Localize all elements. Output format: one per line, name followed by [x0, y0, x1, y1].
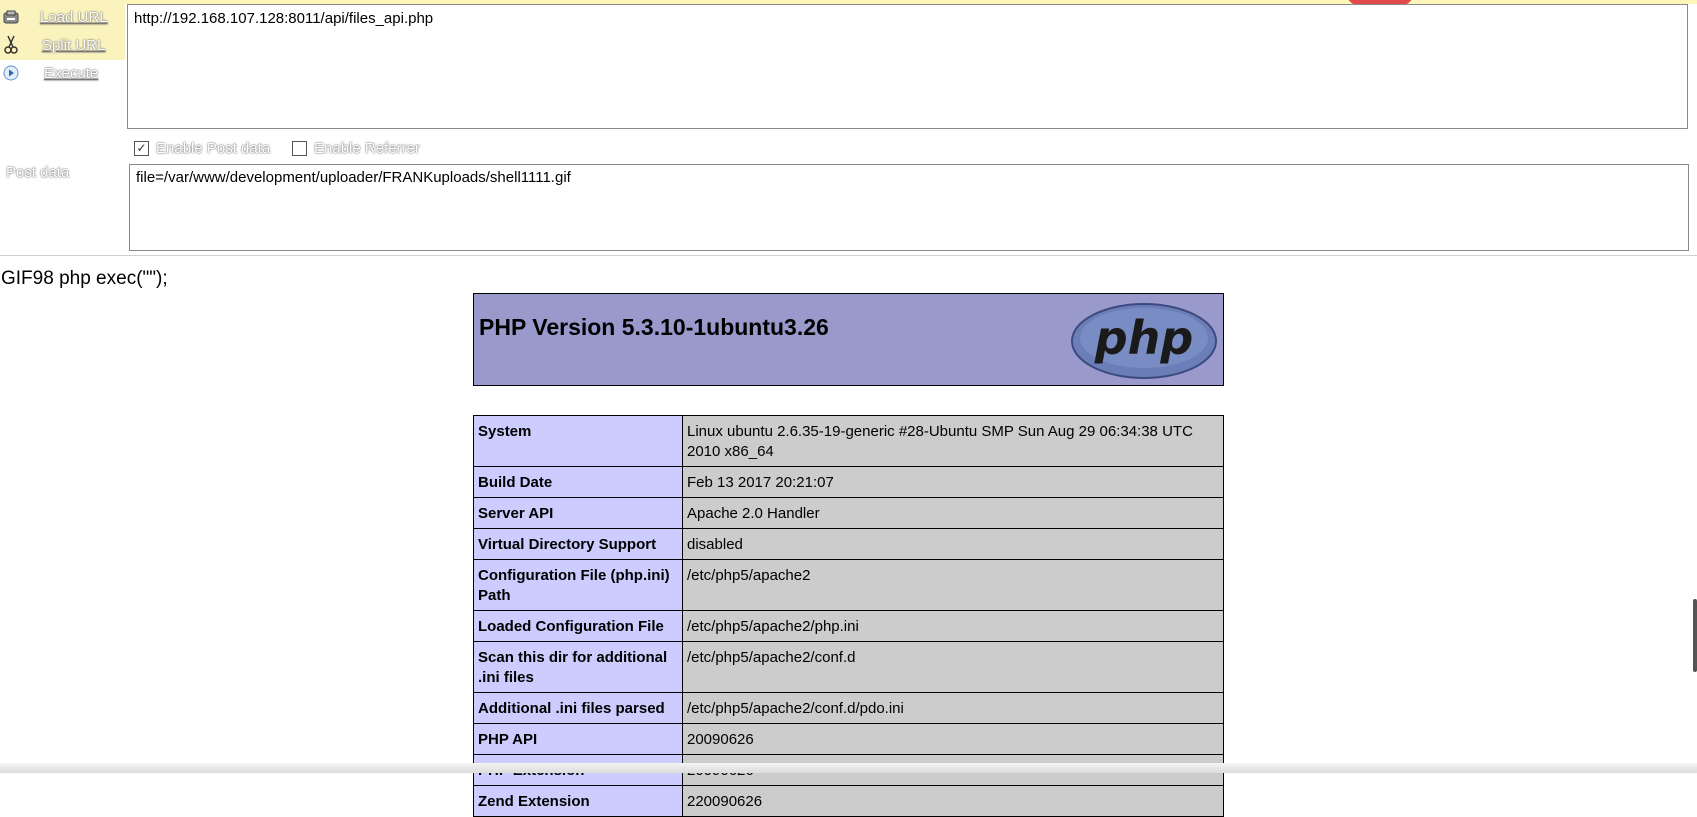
- row-value: 220090626: [682, 785, 1224, 817]
- execute-label: Execute: [44, 64, 99, 82]
- load-url-button[interactable]: Load URL: [0, 5, 108, 29]
- row-value: /etc/php5/apache2/conf.d/pdo.ini: [682, 692, 1224, 724]
- post-data-label: Post data: [6, 164, 70, 181]
- load-url-icon: [2, 8, 20, 26]
- row-value: Linux ubuntu 2.6.35-19-generic #28-Ubunt…: [682, 415, 1224, 467]
- table-row: Zend Extension 220090626: [473, 785, 1224, 817]
- response-raw-text: GIF98 php exec("");: [1, 268, 168, 289]
- row-key: PHP API: [473, 723, 683, 755]
- enable-post-label: Enable Post data: [156, 140, 271, 157]
- svg-text:php: php: [1094, 311, 1194, 365]
- row-value: /etc/php5/apache2/conf.d: [682, 641, 1224, 693]
- load-url-label: Load URL: [40, 8, 108, 26]
- window-bottom-edge: [0, 763, 1697, 773]
- row-value: Apache 2.0 Handler: [682, 497, 1224, 529]
- table-row: Server API Apache 2.0 Handler: [473, 497, 1224, 529]
- row-key: Additional .ini files parsed: [473, 692, 683, 724]
- row-value: /etc/php5/apache2: [682, 559, 1224, 611]
- row-value: 20090626: [682, 723, 1224, 755]
- php-version-header: PHP Version 5.3.10-1ubuntu3.26 php: [473, 293, 1224, 386]
- enable-post-option[interactable]: ✓ Enable Post data: [134, 140, 270, 157]
- row-value: Feb 13 2017 20:21:07: [682, 466, 1224, 498]
- execute-button[interactable]: Execute: [0, 61, 98, 85]
- php-info-table: System Linux ubuntu 2.6.35-19-generic #28…: [473, 415, 1224, 817]
- php-version-title: PHP Version 5.3.10-1ubuntu3.26: [479, 314, 829, 340]
- row-key: Configuration File (php.ini) Path: [473, 559, 683, 611]
- scissors-icon: [2, 35, 20, 54]
- php-logo-icon: php: [1070, 302, 1218, 384]
- row-key: Build Date: [473, 466, 683, 498]
- row-value: disabled: [682, 528, 1224, 560]
- enable-referrer-option[interactable]: Enable Referrer: [292, 140, 420, 157]
- row-key: System: [473, 415, 683, 467]
- row-value: /etc/php5/apache2/php.ini: [682, 610, 1224, 642]
- url-input[interactable]: http://192.168.107.128:8011/api/files_ap…: [127, 4, 1688, 129]
- play-icon: [2, 64, 20, 82]
- table-row: Scan this dir for additional .ini files /…: [473, 641, 1224, 693]
- enable-referrer-checkbox[interactable]: [292, 141, 307, 156]
- enable-referrer-label: Enable Referrer: [314, 140, 420, 157]
- row-key: Virtual Directory Support: [473, 528, 683, 560]
- post-data-input[interactable]: file=/var/www/development/uploader/FRANK…: [129, 164, 1689, 251]
- enable-post-checkbox[interactable]: ✓: [134, 141, 149, 156]
- table-row: Additional .ini files parsed/etc/php5/ap…: [473, 692, 1224, 724]
- table-row: System Linux ubuntu 2.6.35-19-generic #28…: [473, 415, 1224, 467]
- row-key: Server API: [473, 497, 683, 529]
- table-row: Configuration File (php.ini) Path/etc/ph…: [473, 559, 1224, 611]
- table-row: Loaded Configuration File/etc/php5/apach…: [473, 610, 1224, 642]
- table-row: PHP API 20090626: [473, 723, 1224, 755]
- row-key: Scan this dir for additional .ini files: [473, 641, 683, 693]
- split-url-label: Split URL: [42, 36, 106, 54]
- table-row: Virtual Directory Support disabled: [473, 528, 1224, 560]
- scrollbar-thumb[interactable]: [1693, 599, 1697, 672]
- split-url-button[interactable]: Split URL: [0, 33, 105, 57]
- table-row: Build Date Feb 13 2017 20:21:07: [473, 466, 1224, 498]
- hackbar-panel: Load URL Split URL Execute http://192.16…: [0, 0, 1697, 256]
- row-key: Loaded Configuration File: [473, 610, 683, 642]
- row-key: Zend Extension: [473, 785, 683, 817]
